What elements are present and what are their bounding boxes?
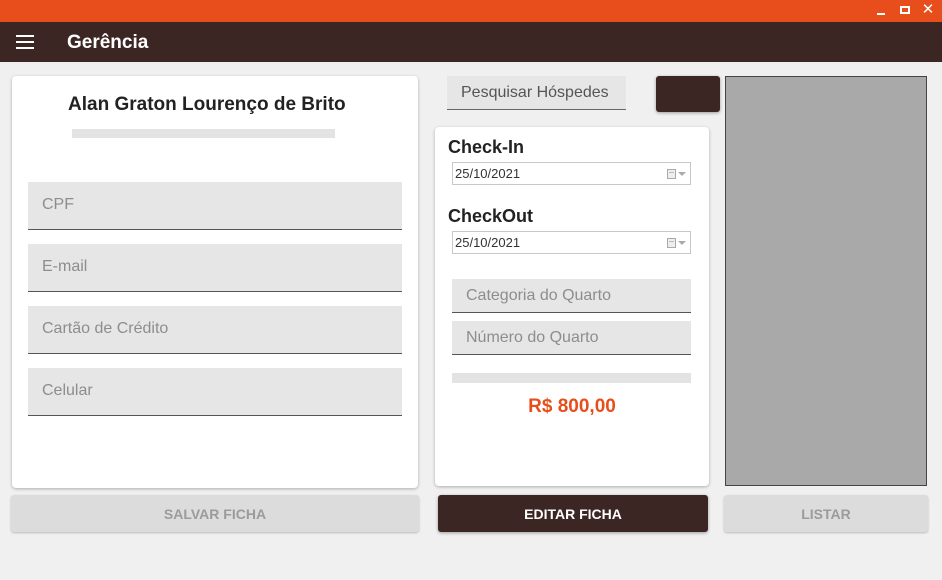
checkin-label: Check-In <box>448 137 525 157</box>
search-button[interactable] <box>656 76 720 112</box>
price-divider <box>452 373 691 383</box>
booking-card: Check-In 25/10/2021 CheckOut 25/10/2021 … <box>435 127 709 486</box>
checkin-date-value: 25/10/2021 <box>455 166 521 181</box>
close-icon[interactable]: ✕ <box>919 2 937 18</box>
phone-placeholder: Celular <box>42 382 93 399</box>
calendar-icon[interactable] <box>667 169 676 179</box>
checkout-label: CheckOut <box>448 206 534 226</box>
name-divider <box>72 129 335 138</box>
app-header: Gerência <box>0 22 942 62</box>
phone-field[interactable]: Celular <box>28 368 402 416</box>
room-number-placeholder: Número do Quarto <box>466 329 599 346</box>
checkout-date-value: 25/10/2021 <box>455 235 521 250</box>
room-number-field[interactable]: Número do Quarto <box>452 321 691 355</box>
cpf-placeholder: CPF <box>42 196 74 213</box>
guest-form-card: Alan Graton Lourenço de Brito CPF E-mail… <box>12 76 418 488</box>
minimize-icon[interactable] <box>872 2 890 18</box>
maximize-icon[interactable] <box>896 2 914 18</box>
chevron-down-icon[interactable] <box>678 241 686 245</box>
guest-list-panel[interactable] <box>725 76 927 486</box>
room-category-placeholder: Categoria do Quarto <box>466 287 611 304</box>
window-titlebar: ✕ <box>0 0 942 22</box>
credit-card-field[interactable]: Cartão de Crédito <box>28 306 402 354</box>
save-button[interactable]: SALVAR FICHA <box>11 495 419 532</box>
total-price: R$ 800,00 <box>528 396 616 417</box>
edit-button[interactable]: EDITAR FICHA <box>438 495 708 532</box>
cpf-field[interactable]: CPF <box>28 182 402 230</box>
list-button[interactable]: LISTAR <box>724 495 928 532</box>
search-placeholder: Pesquisar Hóspedes <box>461 84 609 101</box>
page-title: Gerência <box>67 32 149 53</box>
hamburger-menu-icon[interactable] <box>16 34 34 50</box>
search-guests-input[interactable]: Pesquisar Hóspedes <box>447 76 626 110</box>
checkin-date-picker[interactable]: 25/10/2021 <box>452 162 691 185</box>
calendar-icon[interactable] <box>667 238 676 248</box>
email-placeholder: E-mail <box>42 258 88 275</box>
chevron-down-icon[interactable] <box>678 172 686 176</box>
guest-name: Alan Graton Lourenço de Brito <box>68 94 346 115</box>
room-category-field[interactable]: Categoria do Quarto <box>452 279 691 313</box>
checkout-date-picker[interactable]: 25/10/2021 <box>452 231 691 254</box>
credit-card-placeholder: Cartão de Crédito <box>42 320 169 337</box>
email-field[interactable]: E-mail <box>28 244 402 292</box>
